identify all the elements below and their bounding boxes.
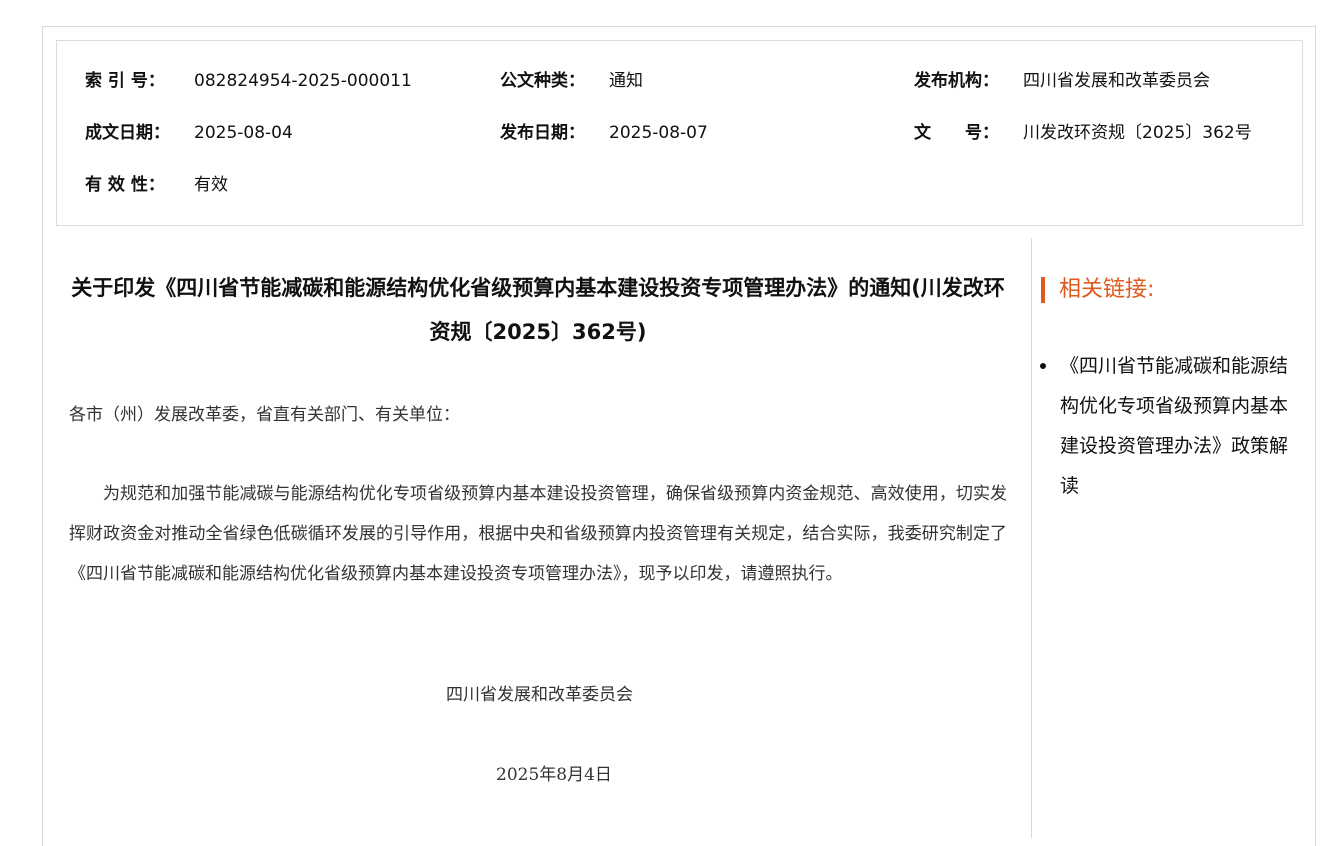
meta-issuer: 发布机构： 四川省发展和改革委员会 — [914, 69, 1210, 93]
related-link-text[interactable]: 《四川省节能减碳和能源结构优化专项省级预算内基本建设投资管理办法》政策解读 — [1060, 355, 1288, 497]
article-salutation: 各市（州）发展改革委，省直有关部门、有关单位： — [69, 405, 460, 425]
meta-doc-type: 公文种类： 通知 — [500, 69, 643, 93]
meta-doc-number: 文 号： 川发改环资规〔2025〕362号 — [914, 121, 1252, 145]
meta-publish-date: 发布日期： 2025-08-07 — [500, 121, 708, 145]
meta-publish-date-label: 发布日期： — [500, 123, 585, 143]
meta-written-date-label: 成文日期： — [85, 123, 170, 143]
document-metadata-panel: 索 引 号： 082824954-2025-000011 公文种类： 通知 发布… — [56, 40, 1303, 226]
meta-index: 索 引 号： 082824954-2025-000011 — [85, 69, 412, 93]
meta-validity-value: 有效 — [194, 175, 228, 195]
meta-written-date: 成文日期： 2025-08-04 — [85, 121, 293, 145]
meta-validity-label: 有 效 性： — [85, 175, 165, 195]
meta-written-date-value: 2025-08-04 — [194, 123, 293, 143]
meta-index-value: 082824954-2025-000011 — [194, 71, 412, 91]
meta-issuer-value: 四川省发展和改革委员会 — [1023, 71, 1210, 91]
meta-validity: 有 效 性： 有效 — [85, 173, 228, 197]
related-links-heading: 相关链接: — [1041, 277, 1154, 303]
article-signer-text: 四川省发展和改革委员会 — [446, 685, 633, 705]
meta-doc-type-label: 公文种类： — [500, 71, 585, 91]
bullet-icon — [1040, 363, 1046, 369]
meta-publish-date-value: 2025-08-07 — [609, 123, 708, 143]
article-sign-date: 2025年8月4日 — [496, 765, 612, 785]
column-divider — [1031, 238, 1032, 838]
related-link-item[interactable]: 《四川省节能减碳和能源结构优化专项省级预算内基本建设投资管理办法》政策解读 — [1040, 346, 1290, 506]
meta-doc-number-value: 川发改环资规〔2025〕362号 — [1023, 123, 1252, 143]
article-body: 为规范和加强节能减碳与能源结构优化专项省级预算内基本建设投资管理，确保省级预算内… — [69, 484, 1007, 584]
article-title: 关于印发《四川省节能减碳和能源结构优化省级预算内基本建设投资专项管理办法》的通知… — [71, 276, 1005, 344]
meta-issuer-label: 发布机构： — [914, 71, 999, 91]
related-links-list: 《四川省节能减碳和能源结构优化专项省级预算内基本建设投资管理办法》政策解读 — [1040, 346, 1290, 506]
meta-doc-type-value: 通知 — [609, 71, 643, 91]
meta-doc-number-label: 文 号： — [914, 123, 999, 143]
meta-index-label: 索 引 号： — [85, 71, 165, 91]
